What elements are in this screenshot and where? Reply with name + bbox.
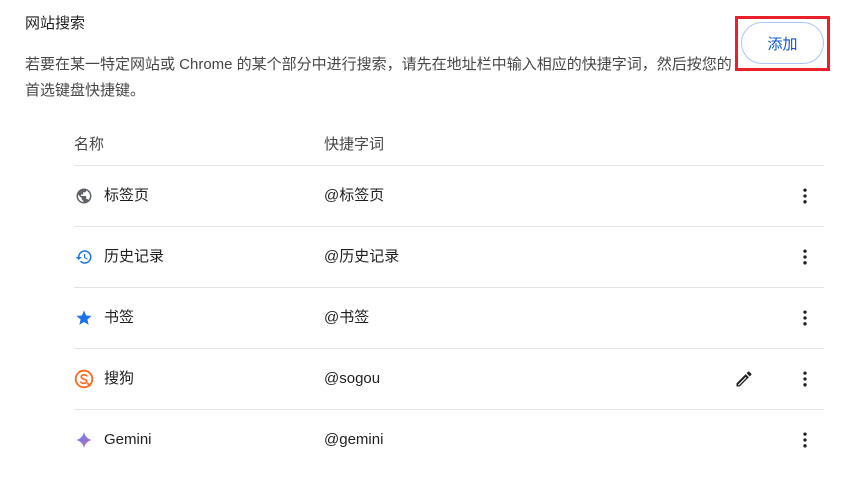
gemini-icon: [74, 430, 94, 450]
header-name: 名称: [74, 136, 105, 153]
row-name: Gemini: [104, 431, 152, 448]
sogou-icon: [74, 369, 94, 389]
table-header: 名称 快捷字词: [74, 122, 824, 166]
row-keyword: @gemini: [324, 431, 384, 448]
row-name: 标签页: [104, 187, 150, 204]
row-keyword: @历史记录: [324, 248, 400, 265]
table-row: 历史记录 @历史记录: [74, 227, 824, 288]
add-button[interactable]: 添加: [741, 22, 824, 64]
row-keyword: @sogou: [324, 370, 381, 387]
globe-icon: [74, 186, 94, 206]
history-icon: [74, 247, 94, 267]
header-keyword: 快捷字词: [324, 136, 385, 153]
row-keyword: @书签: [324, 309, 370, 326]
more-vert-icon[interactable]: [793, 367, 817, 391]
edit-pencil-icon[interactable]: [733, 368, 755, 390]
table-row: 标签页 @标签页: [74, 166, 824, 227]
table-row: 搜狗 @sogou: [74, 349, 824, 410]
more-vert-icon[interactable]: [793, 306, 817, 330]
section-description: 若要在某一特定网站或 Chrome 的某个部分中进行搜索，请先在地址栏中输入相应…: [25, 56, 732, 99]
more-vert-icon[interactable]: [793, 184, 817, 208]
site-search-table: 名称 快捷字词 标签页 @标签页 历史记录 @历史记录 书签 @书签 搜狗 @s…: [74, 122, 824, 470]
section-title: 网站搜索: [25, 15, 86, 32]
more-vert-icon[interactable]: [793, 245, 817, 269]
more-vert-icon[interactable]: [793, 428, 817, 452]
table-row: 书签 @书签: [74, 288, 824, 349]
row-keyword: @标签页: [324, 187, 385, 204]
table-row: Gemini @gemini: [74, 410, 824, 470]
row-name: 搜狗: [104, 370, 135, 387]
row-name: 书签: [104, 309, 135, 326]
star-icon: [74, 308, 94, 328]
row-name: 历史记录: [104, 248, 165, 265]
